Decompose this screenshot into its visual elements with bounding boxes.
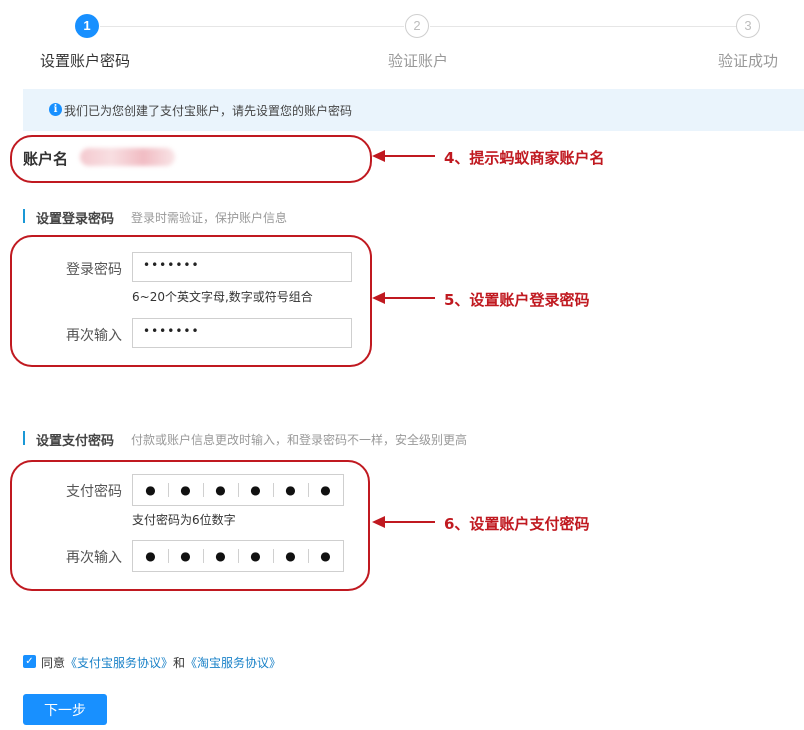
annotation-5: 5、设置账户登录密码 <box>444 291 590 309</box>
step-3-label: 验证成功 <box>718 52 779 70</box>
agreement-prefix: 同意 <box>41 656 66 670</box>
arrow-4-line <box>383 155 435 157</box>
pay-confirm-digit: ● <box>145 549 156 563</box>
login-section-bar <box>23 209 25 223</box>
taobao-agreement-link[interactable]: 《淘宝服务协议》 <box>185 656 281 670</box>
pay-digit: ● <box>308 475 343 505</box>
next-step-button[interactable]: 下一步 <box>23 694 107 725</box>
pay-password-hint: 支付密码为6位数字 <box>132 513 236 527</box>
login-confirm-label: 再次输入 <box>66 328 122 344</box>
login-password-label: 登录密码 <box>66 262 122 278</box>
pay-confirm-label: 再次输入 <box>66 550 122 566</box>
login-section-title: 设置登录密码 <box>36 212 115 227</box>
info-icon: i <box>49 103 62 116</box>
pay-section-desc: 付款或账户信息更改时输入，和登录密码不一样，安全级别更高 <box>131 433 468 447</box>
pay-section-title: 设置支付密码 <box>36 434 115 449</box>
step-3-number: 3 <box>736 14 760 38</box>
pay-password-label: 支付密码 <box>66 484 122 500</box>
pay-confirm-input[interactable]: ● ● ● ● ● ● <box>132 540 344 572</box>
stepper-line-2 <box>430 26 736 27</box>
pay-confirm-digit: ● <box>308 541 343 571</box>
alipay-agreement-link[interactable]: 《支付宝服务协议》 <box>65 656 173 670</box>
pay-digit: ● <box>238 475 273 505</box>
pay-digit: ● <box>168 475 203 505</box>
pay-confirm-digit: ● <box>238 541 273 571</box>
arrow-5-line <box>383 297 435 299</box>
pay-confirm-digit: ● <box>203 541 238 571</box>
step-1-number: 1 <box>75 14 99 38</box>
pay-confirm-digit: ● <box>273 541 308 571</box>
stepper-line-1 <box>100 26 404 27</box>
highlight-box-account <box>10 135 372 183</box>
login-password-value: ••••••• <box>143 258 200 272</box>
step-2-number: 2 <box>405 14 429 38</box>
agree-checkbox[interactable]: ✓ <box>23 655 36 668</box>
info-banner-text: 我们已为您创建了支付宝账户，请先设置您的账户密码 <box>64 104 353 118</box>
pay-digit: ● <box>273 475 308 505</box>
annotation-4: 4、提示蚂蚁商家账户名 <box>444 149 605 167</box>
agreement-and: 和 <box>173 656 186 670</box>
login-section-desc: 登录时需验证，保护账户信息 <box>131 211 288 225</box>
login-password-hint: 6~20个英文字母,数字或符号组合 <box>132 290 313 304</box>
annotation-6: 6、设置账户支付密码 <box>444 515 590 533</box>
info-banner: i 我们已为您创建了支付宝账户，请先设置您的账户密码 <box>23 89 804 131</box>
pay-password-input[interactable]: ● ● ● ● ● ● <box>132 474 344 506</box>
step-1-label: 设置账户密码 <box>40 52 131 70</box>
pay-confirm-digit: ● <box>168 541 203 571</box>
agreement-text: 同意《支付宝服务协议》和《淘宝服务协议》 <box>41 654 281 671</box>
step-2-label: 验证账户 <box>388 52 449 70</box>
login-confirm-value: ••••••• <box>143 324 200 338</box>
login-password-input[interactable]: ••••••• <box>132 252 352 282</box>
pay-section-bar <box>23 431 25 445</box>
arrow-6-line <box>383 521 435 523</box>
login-confirm-input[interactable]: ••••••• <box>132 318 352 348</box>
pay-digit: ● <box>145 483 156 497</box>
pay-digit: ● <box>203 475 238 505</box>
